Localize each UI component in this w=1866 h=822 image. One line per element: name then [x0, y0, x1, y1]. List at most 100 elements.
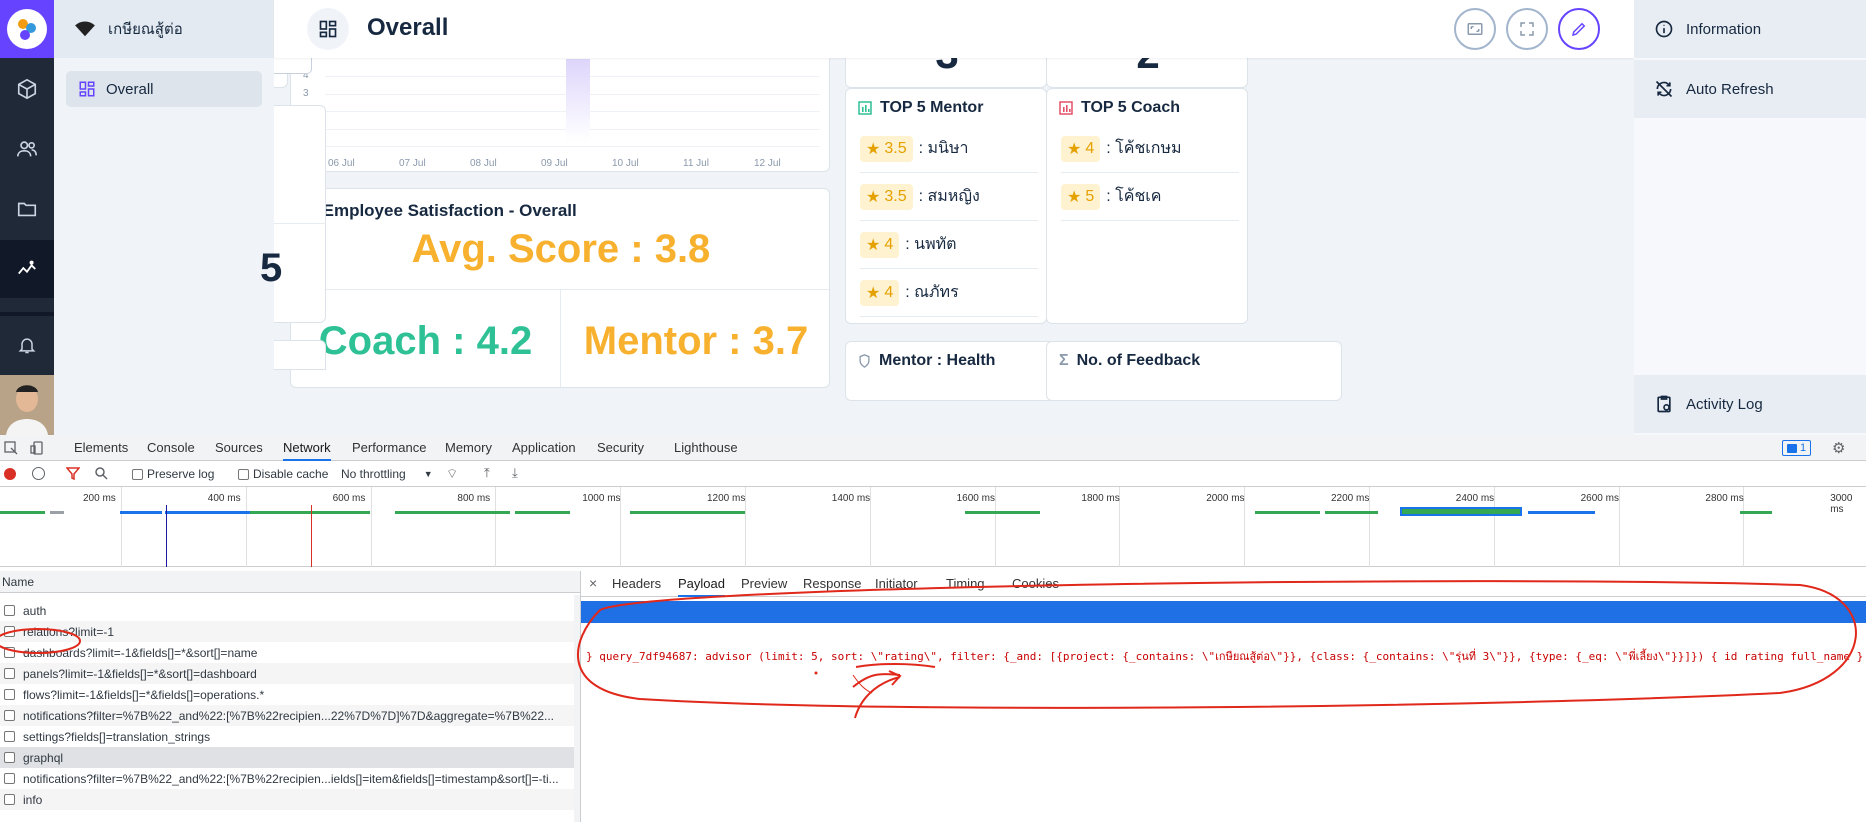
devtools-tab-memory[interactable]: Memory	[445, 435, 492, 461]
list-item: ★4.5: สมทรง	[860, 317, 1038, 323]
request-row[interactable]: graphql	[0, 747, 580, 768]
devtools-tab-application[interactable]: Application	[512, 435, 576, 461]
name-column-header[interactable]: Name	[0, 571, 580, 593]
rail-users-button[interactable]	[0, 120, 54, 178]
rail-content-button[interactable]	[0, 60, 54, 118]
nav-item-label: Overall	[106, 80, 154, 98]
fit-to-screen-button[interactable]	[1454, 8, 1496, 50]
export-icon[interactable]: ⤓	[512, 465, 518, 481]
disable-cache-checkbox[interactable]: Disable cache	[238, 467, 328, 481]
activity-log-button[interactable]: Activity Log	[1634, 375, 1866, 433]
request-row[interactable]: panels?limit=-1&fields[]=*&sort[]=dashbo…	[0, 663, 580, 684]
rail-insights-button[interactable]	[0, 240, 54, 298]
request-row[interactable]: auth	[0, 600, 580, 621]
request-checkbox[interactable]	[4, 626, 15, 637]
issues-badge[interactable]: 1	[1782, 440, 1812, 456]
time-label: 2200 ms	[1331, 493, 1370, 504]
request-checkbox[interactable]	[4, 731, 15, 742]
request-row[interactable]: settings?fields[]=translation_strings	[0, 726, 580, 747]
time-label: 200 ms	[83, 493, 116, 504]
list-item: ★ 4: โค้ชเกษม	[1061, 125, 1239, 173]
nav-item-overall[interactable]: Overall	[66, 71, 262, 107]
import-icon[interactable]: ⤒	[484, 465, 490, 481]
rail-files-button[interactable]	[0, 180, 54, 238]
request-checkbox[interactable]	[4, 794, 15, 805]
shield-icon	[859, 354, 870, 368]
wifi-icon	[75, 21, 95, 37]
time-label: 1800 ms	[1081, 493, 1120, 504]
request-checkbox[interactable]	[4, 752, 15, 763]
record-icon[interactable]	[4, 468, 16, 480]
rail-notifications-button[interactable]	[0, 316, 54, 374]
information-button[interactable]: Information	[1634, 0, 1866, 58]
request-row[interactable]: info	[0, 789, 580, 810]
clear-icon[interactable]	[32, 467, 45, 480]
devtools-tab-sources[interactable]: Sources	[215, 435, 263, 461]
detail-tab-timing[interactable]: Timing	[946, 571, 985, 597]
top5-coach-card: TOP 5 Coach ★ 4: โค้ชเกษม ★ 5: โค้ชเค	[1046, 88, 1248, 324]
detail-tab-response[interactable]: Response	[803, 571, 862, 597]
devtools-panel: Elements Console Sources Network Performance…	[0, 435, 1866, 822]
request-checkbox[interactable]	[4, 689, 15, 700]
folder-icon	[17, 202, 37, 217]
request-checkbox[interactable]	[4, 710, 15, 721]
cube-icon	[17, 78, 37, 100]
request-name: graphql	[23, 750, 64, 765]
devtools-tab-elements[interactable]: Elements	[74, 435, 128, 461]
request-row[interactable]: notifications?filter=%7B%22_and%22:[%7B%…	[0, 705, 580, 726]
time-label: 2000 ms	[1206, 493, 1245, 504]
request-list: auth relations?limit=-1 dashboards?limit=-…	[0, 600, 580, 822]
detail-tab-cookies[interactable]: Cookies	[1012, 571, 1059, 597]
devtools-tab-performance[interactable]: Performance	[352, 435, 426, 461]
satisfaction-title: Σ Employee Satisfaction - Overall	[305, 201, 577, 221]
payload-selected-row[interactable]	[581, 601, 1866, 623]
device-toggle-icon[interactable]	[30, 441, 44, 458]
preserve-log-checkbox[interactable]: Preserve log	[132, 467, 214, 481]
highlight-bar	[566, 59, 590, 141]
devtools-tab-lighthouse[interactable]: Lighthouse	[674, 435, 738, 461]
gear-icon[interactable]: ⚙	[1832, 439, 1845, 457]
avatar[interactable]	[0, 375, 54, 435]
x-tick-label: 09 Jul	[541, 158, 568, 169]
person-name: : มนิษา	[918, 140, 969, 157]
devtools-tab-network[interactable]: Network	[283, 435, 331, 461]
graphql-query-text: } query_7df94687: advisor (limit: 5, sor…	[586, 650, 1864, 663]
filter-icon[interactable]	[65, 466, 81, 483]
auto-refresh-button[interactable]: Auto Refresh	[1634, 60, 1866, 118]
time-label: 800 ms	[457, 493, 491, 504]
detail-tab-initiator[interactable]: Initiator	[875, 571, 918, 597]
sigma-icon: Σ	[1059, 352, 1069, 369]
list-item: ★ 3.5: มนิษา	[860, 125, 1038, 173]
throttling-select[interactable]: No throttling ▼	[341, 467, 433, 481]
request-checkbox[interactable]	[4, 773, 15, 784]
request-row[interactable]: relations?limit=-1	[0, 621, 580, 642]
request-row[interactable]: flows?limit=-1&fields[]=*&fields[]=opera…	[0, 684, 580, 705]
close-icon[interactable]: ×	[589, 575, 597, 591]
devtools-tab-console[interactable]: Console	[147, 435, 195, 461]
edit-button[interactable]	[1558, 8, 1600, 50]
app-logo[interactable]	[0, 0, 54, 58]
y-tick-label: 3	[303, 87, 309, 99]
dashboard-icon	[79, 81, 95, 97]
inspect-icon[interactable]	[4, 441, 18, 458]
fullscreen-button[interactable]	[1506, 8, 1548, 50]
project-name: เกษียณสู้ต่อ	[108, 21, 183, 38]
list-item: ★ 4: นพทัต	[860, 221, 1038, 269]
list-item: ★ 5: โค้ชเค	[1061, 173, 1239, 221]
detail-tab-payload[interactable]: Payload	[678, 571, 725, 597]
search-icon[interactable]	[94, 466, 108, 483]
request-row[interactable]: notifications?filter=%7B%22_and%22:[%7B%…	[0, 768, 580, 789]
x-tick-label: 06 Jul	[328, 158, 355, 169]
request-checkbox[interactable]	[4, 647, 15, 658]
request-row[interactable]: dashboards?limit=-1&fields[]=*&sort[]=na…	[0, 642, 580, 663]
request-checkbox[interactable]	[4, 605, 15, 616]
network-conditions-icon[interactable]: ⌔	[446, 466, 458, 482]
detail-tab-preview[interactable]: Preview	[741, 571, 787, 597]
x-tick-label: 12 Jul	[754, 158, 781, 169]
time-label: 1200 ms	[707, 493, 746, 504]
devtools-tab-security[interactable]: Security	[597, 435, 644, 461]
detail-tab-headers[interactable]: Headers	[612, 571, 661, 597]
request-checkbox[interactable]	[4, 668, 15, 679]
request-name: info	[23, 792, 43, 807]
project-header[interactable]: เกษียณสู้ต่อ	[54, 0, 274, 58]
